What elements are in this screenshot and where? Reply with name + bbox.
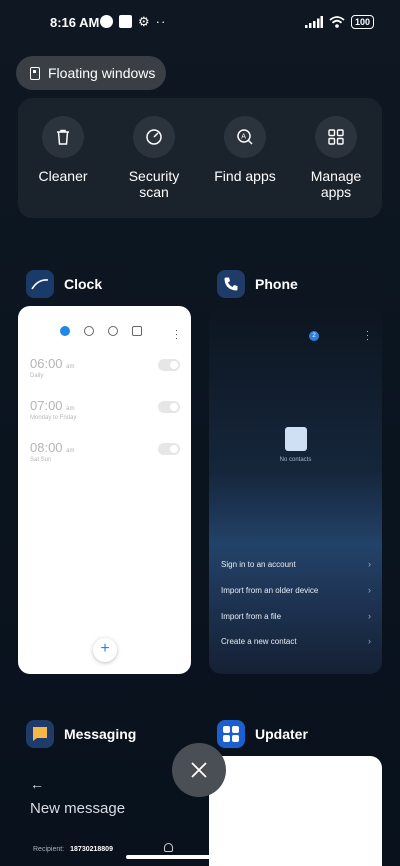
alarm-toggle bbox=[158, 401, 180, 413]
home-indicator[interactable] bbox=[126, 855, 274, 859]
clock-menu-icon: · · · bbox=[175, 325, 178, 343]
back-arrow-icon: ← bbox=[30, 776, 44, 792]
chevron-right-icon: › bbox=[368, 636, 371, 646]
security-scan-label: Security scan bbox=[128, 168, 180, 200]
find-apps-icon: A bbox=[224, 116, 266, 158]
clock-app-header[interactable]: Clock bbox=[26, 270, 102, 298]
messaging-app-icon bbox=[26, 720, 54, 748]
manage-apps-icon bbox=[315, 116, 357, 158]
phone-app-preview[interactable]: 2 · · · No contacts Sign in to an account ›… bbox=[209, 306, 382, 674]
phone-badge: 2 bbox=[309, 331, 319, 341]
contacts-icon bbox=[285, 427, 307, 451]
updater-app-header[interactable]: Updater bbox=[217, 720, 308, 748]
phone-option-row: Import from an older device › bbox=[221, 585, 371, 595]
world-clock-tab-icon bbox=[84, 326, 94, 336]
phone-app-title: Phone bbox=[255, 276, 298, 292]
phone-app-header[interactable]: Phone bbox=[217, 270, 298, 298]
new-message-heading: New message bbox=[30, 800, 126, 817]
floating-window-icon bbox=[30, 66, 40, 80]
clock-tabs bbox=[60, 326, 142, 336]
clock-app-title: Clock bbox=[64, 276, 103, 292]
signal-icon bbox=[304, 16, 323, 28]
add-alarm-icon: + bbox=[93, 638, 117, 662]
security-scan-icon bbox=[133, 116, 175, 158]
clear-all-button[interactable] bbox=[172, 743, 226, 797]
chevron-right-icon: › bbox=[368, 611, 371, 621]
alarm-toggle bbox=[158, 443, 180, 455]
alarm-tab-icon bbox=[60, 326, 70, 336]
more-dots-icon: ·· bbox=[155, 14, 167, 29]
updater-app-icon bbox=[217, 720, 245, 748]
no-contacts-text: No contacts bbox=[279, 457, 312, 463]
status-bar: 8:16 AM ⚙ ·· 100 bbox=[0, 12, 400, 34]
messaging-app-header[interactable]: Messaging bbox=[26, 720, 136, 748]
phone-option-row: Import from a file › bbox=[221, 611, 371, 621]
stopwatch-tab-icon bbox=[108, 326, 118, 336]
wifi-icon bbox=[329, 16, 345, 28]
messaging-app-title: Messaging bbox=[64, 726, 137, 742]
trash-icon bbox=[42, 116, 84, 158]
alarm-row: 06:00 am Daily bbox=[30, 356, 180, 379]
phone-option-row: Sign in to an account › bbox=[221, 559, 371, 569]
phone-menu-icon: · · · bbox=[366, 326, 369, 344]
clock-app-icon bbox=[26, 270, 54, 298]
phone-app-icon bbox=[217, 270, 245, 298]
clock-app-preview[interactable]: · · · 06:00 am Daily 07:00 am Monday to Fr… bbox=[18, 306, 191, 674]
settings-gear-icon: ⚙ bbox=[138, 14, 150, 29]
security-scan-button[interactable]: Security scan bbox=[109, 116, 199, 200]
cleaner-button[interactable]: Cleaner bbox=[18, 116, 108, 184]
svg-text:A: A bbox=[241, 134, 246, 141]
timer-tab-icon bbox=[132, 326, 142, 336]
cleaner-label: Cleaner bbox=[38, 168, 88, 184]
recipient-field: Recipient: 18730218809 bbox=[33, 846, 113, 853]
status-notification-icons: ⚙ ·· bbox=[100, 15, 166, 28]
find-apps-button[interactable]: A Find apps bbox=[200, 116, 290, 184]
alarm-row: 08:00 am Sat Sun bbox=[30, 440, 180, 463]
alarm-row: 07:00 am Monday to Friday bbox=[30, 398, 180, 421]
data-saver-icon bbox=[100, 15, 113, 28]
floating-windows-button[interactable]: Floating windows bbox=[16, 56, 166, 90]
chevron-right-icon: › bbox=[368, 585, 371, 595]
status-time: 8:16 AM bbox=[50, 15, 100, 30]
add-contact-icon bbox=[164, 843, 173, 852]
manage-apps-label: Manage apps bbox=[310, 168, 362, 200]
chevron-right-icon: › bbox=[368, 559, 371, 569]
quick-actions-panel: Cleaner Security scan A Find apps Manage a… bbox=[18, 98, 382, 218]
floating-windows-label: Floating windows bbox=[48, 65, 156, 81]
phone-option-row: Create a new contact › bbox=[221, 636, 371, 646]
manage-apps-button[interactable]: Manage apps bbox=[291, 116, 381, 200]
find-apps-label: Find apps bbox=[214, 168, 276, 184]
status-right-icons: 100 bbox=[304, 15, 374, 29]
updater-app-title: Updater bbox=[255, 726, 308, 742]
notification-icon bbox=[119, 15, 132, 28]
close-icon bbox=[191, 762, 207, 778]
updater-app-preview[interactable] bbox=[209, 756, 382, 866]
battery-indicator: 100 bbox=[350, 15, 374, 29]
alarm-toggle bbox=[158, 359, 180, 371]
